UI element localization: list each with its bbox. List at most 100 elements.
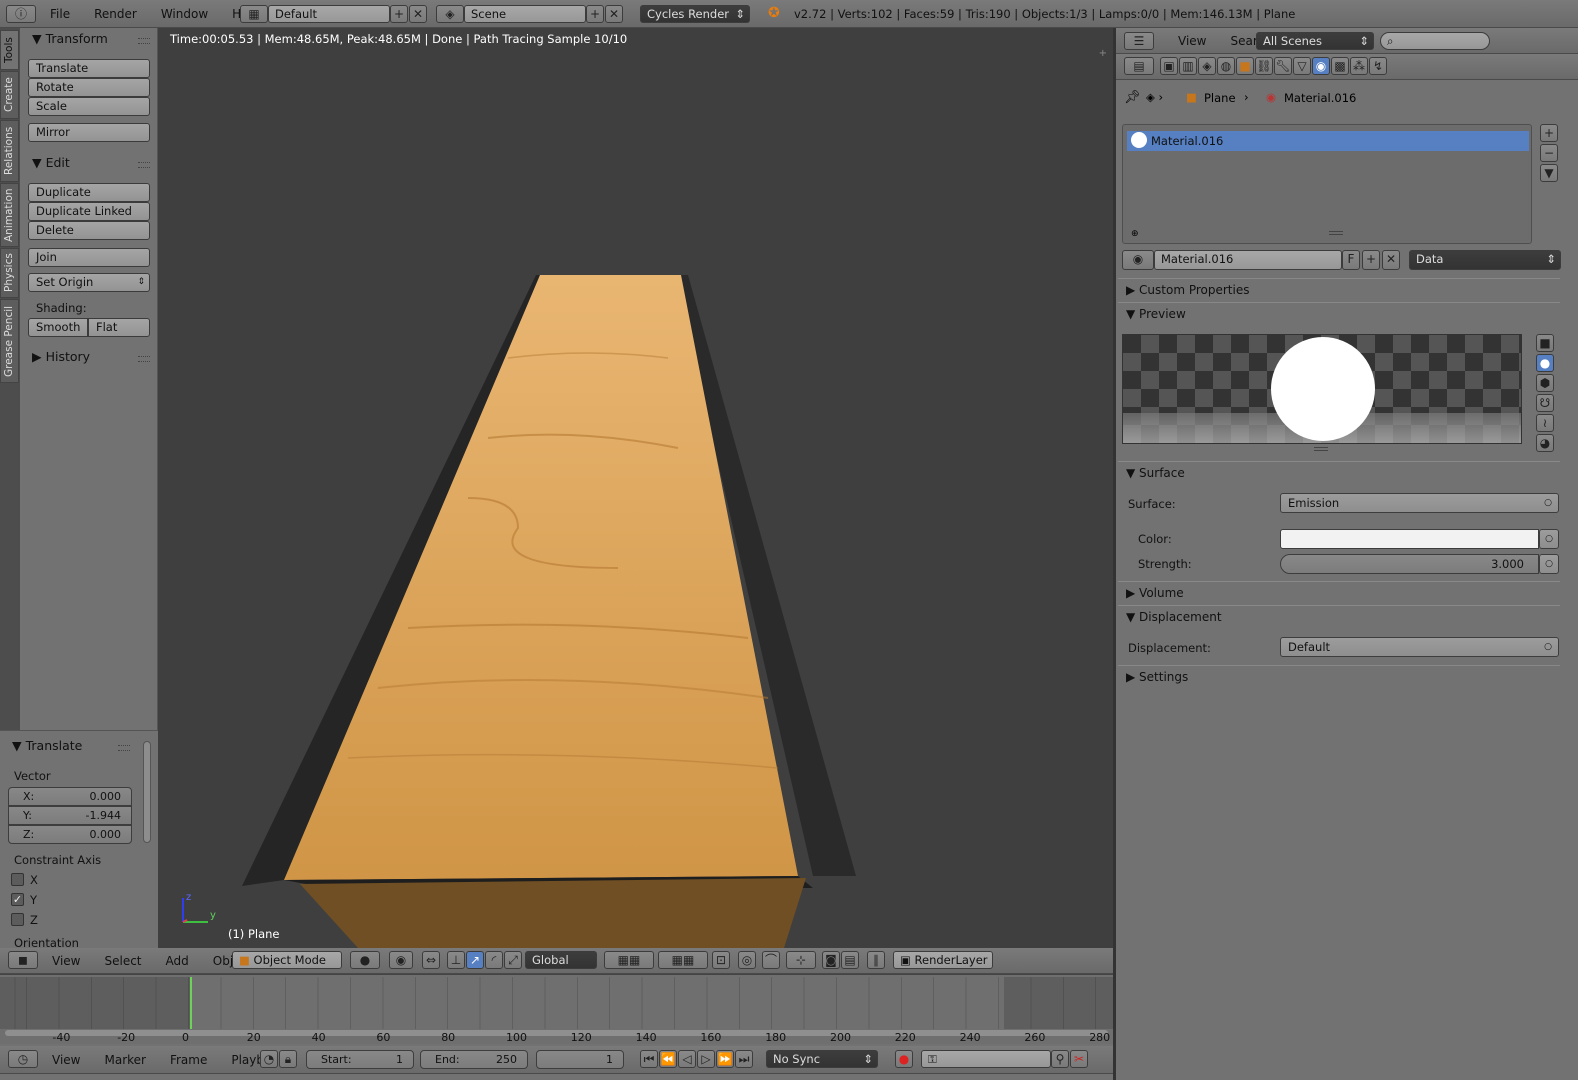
tab-physics[interactable]: Physics: [0, 248, 19, 298]
preview-cube-icon[interactable]: ⬢: [1536, 374, 1554, 392]
layout-name-field[interactable]: Default: [268, 5, 390, 23]
modifiers-context-icon[interactable]: 🔧︎: [1274, 57, 1292, 75]
texture-context-icon[interactable]: ▩: [1331, 57, 1349, 75]
displacement-panel[interactable]: ▼ Displacement: [1118, 605, 1560, 627]
transform-orientation-dropdown[interactable]: Global: [525, 951, 597, 969]
join-button[interactable]: Join: [28, 248, 150, 267]
play-icon[interactable]: ▷: [697, 1050, 715, 1068]
preview-sphere-a-icon[interactable]: ◕: [1536, 434, 1554, 452]
translate-button[interactable]: Translate: [28, 59, 150, 78]
slot-specials-icon[interactable]: ▼: [1540, 164, 1558, 182]
tab-grease-pencil[interactable]: Grease Pencil: [0, 299, 19, 383]
preview-flat-icon[interactable]: ■: [1536, 334, 1554, 352]
vector-z-field[interactable]: Z: 0.000: [8, 825, 132, 844]
scale-manipulator-icon[interactable]: ⤢: [504, 951, 522, 969]
layer-lock-icon[interactable]: ⊡: [712, 951, 730, 969]
scene-add-icon[interactable]: +: [586, 5, 604, 23]
operator-scrollbar[interactable]: [143, 741, 151, 843]
info-editor-type-button[interactable]: ⓘ: [6, 5, 36, 23]
display-scenes-dropdown[interactable]: All Scenes ⇕: [1256, 32, 1374, 50]
render-layer-dropdown[interactable]: ▣ RenderLayer: [893, 951, 993, 969]
menu-view[interactable]: View: [1166, 34, 1218, 48]
material-slots-list[interactable]: Material.016 ⊕: [1122, 124, 1532, 244]
delete-button[interactable]: Delete: [28, 221, 150, 240]
mirror-button[interactable]: Mirror: [28, 123, 150, 142]
viewport-shading-button[interactable]: ●: [350, 951, 380, 969]
panel-grip-icon[interactable]: [138, 38, 150, 44]
play-reverse-icon[interactable]: ◁: [678, 1050, 696, 1068]
tab-relations[interactable]: Relations: [0, 120, 19, 182]
link-mode-dropdown[interactable]: Data ⇕: [1409, 250, 1561, 270]
constraint-x-checkbox[interactable]: [11, 873, 24, 886]
data-context-icon[interactable]: ▽: [1293, 57, 1311, 75]
material-context-icon[interactable]: ◉: [1312, 57, 1330, 75]
snap-toggle-icon[interactable]: ⌒: [762, 951, 780, 969]
menu-marker[interactable]: Marker: [92, 1053, 157, 1067]
panel-grip-icon[interactable]: [118, 745, 130, 751]
particles-context-icon[interactable]: ⁂: [1350, 57, 1368, 75]
sync-mode-dropdown[interactable]: No Sync ⇕: [766, 1050, 878, 1068]
strength-field[interactable]: 3.000: [1280, 554, 1539, 574]
jump-keyframe-forward-icon[interactable]: ⏩: [716, 1050, 734, 1068]
scene-browse-button[interactable]: ◈: [436, 5, 464, 23]
auto-keyframe-record-icon[interactable]: ●: [895, 1050, 913, 1068]
transform-panel-header[interactable]: ▼ Transform: [32, 31, 108, 46]
timeline-area[interactable]: -40 -20 0 20 40 60 80 100 120 140 160 180 200 220 240 2…: [0, 974, 1113, 1044]
rotate-manipulator-icon[interactable]: ◜: [485, 951, 503, 969]
unlink-material-icon[interactable]: ✕: [1382, 250, 1400, 270]
viewport-3d[interactable]: Time:00:05.53 | Mem:48.65M, Peak:48.65M …: [158, 28, 1113, 948]
layout-remove-icon[interactable]: ✕: [409, 5, 427, 23]
preview-resize-grip[interactable]: [1314, 447, 1328, 451]
preview-monkey-icon[interactable]: ☋: [1536, 394, 1554, 412]
emission-color-swatch[interactable]: [1280, 529, 1539, 549]
pivot-point-button[interactable]: ◉: [389, 951, 413, 969]
tab-tools[interactable]: Tools: [0, 30, 19, 70]
fake-user-button[interactable]: F: [1342, 250, 1360, 270]
mode-dropdown[interactable]: ■ Object Mode: [232, 951, 342, 969]
scene-context-icon[interactable]: ◈: [1198, 57, 1216, 75]
settings-panel[interactable]: ▶ Settings: [1118, 665, 1560, 687]
flat-button[interactable]: Flat: [88, 318, 150, 337]
render-context-icon[interactable]: ▣: [1160, 57, 1178, 75]
translate-manipulator-icon[interactable]: ↗: [466, 951, 484, 969]
menu-window[interactable]: Window: [149, 7, 220, 21]
render-engine-dropdown[interactable]: Cycles Render ⇕: [640, 5, 750, 23]
history-panel-header[interactable]: ▶ History: [32, 349, 90, 364]
add-slot-icon[interactable]: +: [1540, 124, 1558, 142]
jump-start-icon[interactable]: ⏮: [640, 1050, 658, 1068]
lock-range-icon[interactable]: 🔒︎: [279, 1050, 297, 1068]
view3d-editor-type-button[interactable]: ◼: [8, 951, 38, 969]
snap-element-icon[interactable]: ⊹: [786, 951, 816, 969]
material-slot-row[interactable]: Material.016: [1127, 131, 1529, 151]
operator-panel-header[interactable]: ▼ Translate: [12, 738, 82, 753]
material-name-field[interactable]: Material.016: [1154, 250, 1342, 270]
color-link-button[interactable]: ○: [1539, 529, 1559, 549]
custom-properties-panel[interactable]: ▶ Custom Properties: [1118, 278, 1560, 300]
menu-view[interactable]: View: [40, 954, 92, 968]
panel-grip-icon[interactable]: [138, 162, 150, 168]
duplicate-button[interactable]: Duplicate: [28, 183, 150, 202]
scene-remove-icon[interactable]: ✕: [605, 5, 623, 23]
rotate-button[interactable]: Rotate: [28, 78, 150, 97]
layout-browse-button[interactable]: ▦: [240, 5, 268, 23]
opengl-render-icon[interactable]: ◙: [822, 951, 840, 969]
material-browse-button[interactable]: ◉: [1122, 250, 1154, 270]
opengl-anim-icon[interactable]: ▤: [841, 951, 859, 969]
keying-set-field[interactable]: ⚿: [921, 1050, 1051, 1068]
pin-icon[interactable]: 📌︎: [1124, 90, 1141, 105]
menu-view[interactable]: View: [40, 1053, 92, 1067]
pause-render-icon[interactable]: ∥: [867, 951, 885, 969]
constraint-z-checkbox[interactable]: [11, 913, 24, 926]
current-frame-field[interactable]: 1: [536, 1050, 624, 1069]
object-context-icon[interactable]: ■: [1236, 57, 1254, 75]
volume-panel[interactable]: ▶ Volume: [1118, 581, 1560, 603]
end-frame-field[interactable]: End: 250: [420, 1050, 528, 1069]
preview-range-icon[interactable]: ◔: [260, 1050, 278, 1068]
transform-manipulator-icon[interactable]: ⇔: [422, 951, 440, 969]
menu-select[interactable]: Select: [92, 954, 153, 968]
vector-x-field[interactable]: X: 0.000: [8, 787, 132, 806]
scene-name-field[interactable]: Scene: [464, 5, 586, 23]
layout-add-icon[interactable]: +: [390, 5, 408, 23]
start-frame-field[interactable]: Start: 1: [306, 1050, 414, 1069]
smooth-button[interactable]: Smooth: [28, 318, 88, 337]
